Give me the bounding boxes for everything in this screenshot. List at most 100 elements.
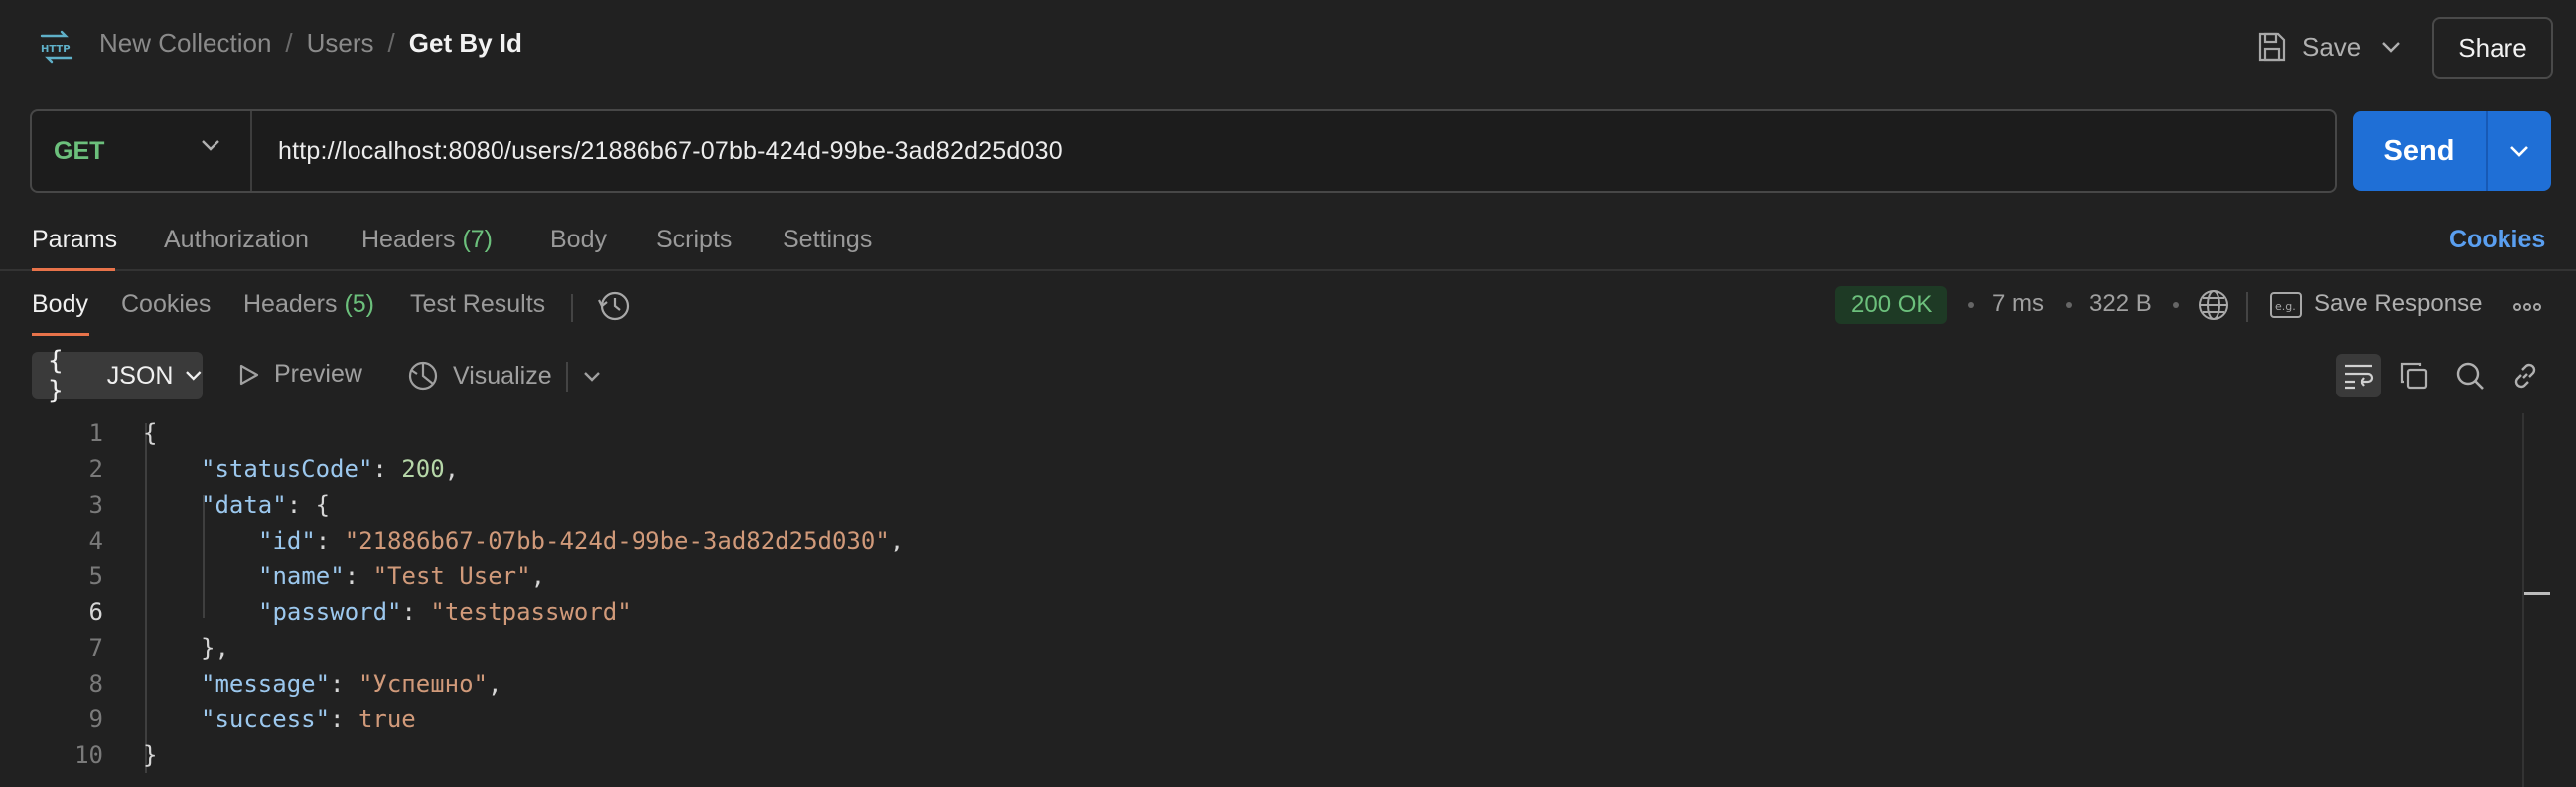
response-tab-headers[interactable]: Headers (5) bbox=[243, 290, 374, 319]
response-tabs: Body Cookies Headers (5) Test Results 20… bbox=[0, 278, 2576, 338]
method-select[interactable]: GET bbox=[32, 111, 252, 191]
breadcrumb-separator: / bbox=[285, 28, 293, 58]
scrollbar-position-marker bbox=[2524, 592, 2550, 595]
link-icon[interactable] bbox=[2503, 354, 2548, 397]
line-number: 7 bbox=[88, 634, 103, 662]
json-punct: : bbox=[286, 491, 316, 519]
code-line: 7 }, bbox=[0, 634, 2522, 670]
code-text: } bbox=[143, 741, 158, 769]
line-number-current: 6 bbox=[88, 598, 103, 626]
tab-params[interactable]: Params bbox=[32, 226, 117, 254]
json-string: "21886b67-07bb-424d-99be-3ad82d25d030" bbox=[344, 527, 890, 554]
history-icon[interactable] bbox=[596, 288, 632, 324]
line-number: 1 bbox=[88, 419, 103, 447]
code-line: 6 "password": "testpassword" bbox=[0, 598, 2522, 634]
json-punct: : bbox=[330, 670, 358, 698]
separator-dot bbox=[2173, 302, 2179, 308]
response-tab-test-results[interactable]: Test Results bbox=[410, 290, 545, 319]
breadcrumb-request-name[interactable]: Get By Id bbox=[409, 28, 522, 59]
status-badge[interactable]: 200 OK bbox=[1835, 286, 1948, 324]
chevron-down-icon bbox=[186, 371, 202, 381]
request-tabs: Params Authorization Headers (7) Body Sc… bbox=[0, 214, 2576, 271]
format-select[interactable]: { } JSON bbox=[32, 346, 203, 405]
chevron-down-icon bbox=[2510, 146, 2528, 157]
json-punct: , bbox=[488, 670, 502, 698]
svg-text:e.g.: e.g. bbox=[2275, 300, 2296, 313]
tab-headers[interactable]: Headers (7) bbox=[361, 226, 493, 254]
json-punct: : bbox=[344, 562, 373, 590]
chevron-down-icon bbox=[2382, 42, 2400, 53]
breadcrumb-collection[interactable]: New Collection bbox=[99, 28, 271, 59]
json-key: "id" bbox=[258, 527, 316, 554]
save-options-button[interactable] bbox=[2371, 30, 2411, 64]
chevron-down-icon bbox=[202, 140, 219, 151]
code-line: 5 "name": "Test User", bbox=[0, 562, 2522, 598]
response-time[interactable]: 7 ms bbox=[1992, 290, 2044, 318]
code-line: 1 { bbox=[0, 419, 2522, 455]
tab-body[interactable]: Body bbox=[550, 226, 607, 254]
json-key: "data" bbox=[201, 491, 287, 519]
response-tab-headers-label: Headers bbox=[243, 290, 338, 318]
code-line: 8 "message": "Успешно", bbox=[0, 670, 2522, 706]
visualize-icon bbox=[408, 361, 438, 391]
json-string: "testpassword" bbox=[430, 598, 632, 626]
json-string: "Test User" bbox=[372, 562, 531, 590]
code-line: 4 "id": "21886b67-07bb-424d-99be-3ad82d2… bbox=[0, 527, 2522, 562]
visualize-button[interactable]: Visualize bbox=[407, 360, 552, 392]
tab-headers-label: Headers bbox=[361, 226, 456, 253]
json-key: "success" bbox=[201, 706, 331, 733]
url-bar: GET http://localhost:8080/users/21886b67… bbox=[30, 109, 2337, 193]
response-body-editor[interactable]: 1 { 2 "statusCode": 200, 3 "data": { 4 "… bbox=[0, 413, 2522, 787]
search-icon[interactable] bbox=[2447, 354, 2493, 397]
json-punct: : bbox=[372, 455, 402, 483]
breadcrumb-folder[interactable]: Users bbox=[307, 28, 374, 59]
share-button[interactable]: Share bbox=[2432, 17, 2553, 79]
divider bbox=[571, 294, 573, 322]
line-number: 2 bbox=[88, 455, 103, 483]
send-button[interactable]: Send bbox=[2353, 135, 2486, 168]
method-label: GET bbox=[54, 136, 105, 165]
json-key: "name" bbox=[258, 562, 345, 590]
wrap-lines-icon[interactable] bbox=[2336, 354, 2381, 397]
line-number: 10 bbox=[74, 741, 103, 769]
visualize-label: Visualize bbox=[453, 361, 552, 390]
cookies-link[interactable]: Cookies bbox=[2449, 226, 2545, 254]
code-text: "name": "Test User", bbox=[258, 562, 545, 590]
json-punct: { bbox=[315, 491, 331, 519]
send-options-button[interactable] bbox=[2488, 144, 2551, 158]
code-text: }, bbox=[201, 634, 229, 662]
globe-icon[interactable] bbox=[2197, 288, 2230, 322]
response-tab-cookies[interactable]: Cookies bbox=[121, 290, 211, 319]
code-line: 10 } bbox=[0, 741, 2522, 777]
response-tab-body[interactable]: Body bbox=[32, 290, 88, 319]
save-button[interactable]: Save bbox=[2254, 22, 2361, 72]
json-punct: : bbox=[401, 598, 431, 626]
save-label: Save bbox=[2302, 31, 2361, 62]
json-boolean: true bbox=[358, 706, 416, 733]
copy-icon[interactable] bbox=[2391, 354, 2437, 397]
separator-dot bbox=[2066, 302, 2072, 308]
chevron-down-icon[interactable] bbox=[578, 364, 606, 390]
tab-settings[interactable]: Settings bbox=[783, 226, 872, 254]
vertical-scrollbar[interactable] bbox=[2522, 413, 2524, 787]
breadcrumb: New Collection / Users / Get By Id bbox=[99, 28, 522, 59]
url-input[interactable]: http://localhost:8080/users/21886b67-07b… bbox=[252, 137, 1063, 166]
json-punct: , bbox=[530, 562, 546, 590]
separator-dot bbox=[1968, 302, 1974, 308]
json-punct: , bbox=[889, 527, 905, 554]
tab-authorization[interactable]: Authorization bbox=[164, 226, 309, 254]
code-text: "success": true bbox=[201, 706, 416, 733]
code-text: "statusCode": 200, bbox=[201, 455, 459, 483]
active-tab-indicator bbox=[32, 333, 89, 336]
header-bar: HTTP New Collection / Users / Get By Id … bbox=[0, 0, 2576, 94]
code-text: "data": { bbox=[201, 491, 330, 519]
save-response-button[interactable]: Save Response bbox=[2314, 290, 2482, 318]
preview-button[interactable]: Preview bbox=[238, 360, 362, 389]
save-icon bbox=[2258, 32, 2286, 62]
response-size[interactable]: 322 B bbox=[2089, 290, 2152, 318]
more-options-icon[interactable] bbox=[2512, 292, 2542, 322]
line-number: 9 bbox=[88, 706, 103, 733]
json-string: "Успешно" bbox=[358, 670, 488, 698]
tab-scripts[interactable]: Scripts bbox=[656, 226, 732, 254]
code-text: "id": "21886b67-07bb-424d-99be-3ad82d25d… bbox=[258, 527, 904, 554]
